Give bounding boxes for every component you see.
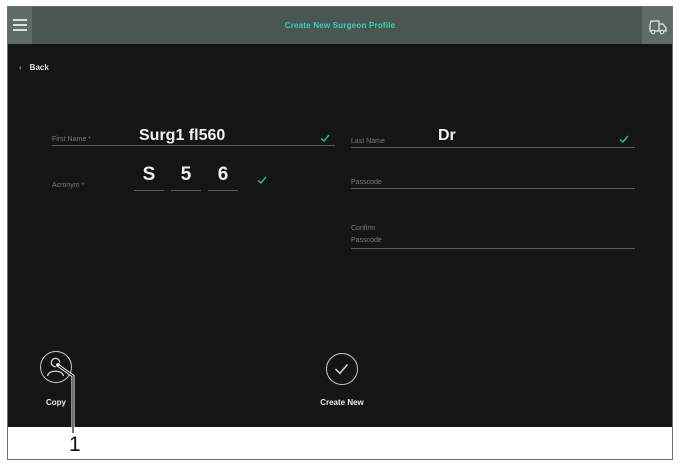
check-icon	[619, 135, 629, 143]
truck-button[interactable]	[642, 7, 672, 44]
last-name-label: Last Name	[351, 138, 385, 145]
acronym-letter-1-field[interactable]: S	[134, 161, 164, 191]
last-name-field[interactable]: Dr	[438, 126, 456, 146]
confirm-passcode-label-line1: Confirm	[351, 225, 376, 232]
acronym-letter-3-field[interactable]: 6	[208, 161, 238, 191]
confirm-passcode-label-line2: Passcode	[351, 237, 382, 244]
checkmark-circle-icon	[334, 364, 349, 375]
create-new-button[interactable]	[326, 353, 358, 385]
truck-icon	[649, 20, 667, 35]
first-name-field[interactable]: Surg1 fl560	[139, 126, 225, 146]
first-name-underline	[52, 145, 335, 146]
back-button[interactable]: ‹ Back	[19, 63, 49, 72]
create-new-button-label: Create New	[320, 398, 364, 407]
check-icon	[320, 134, 330, 142]
copy-button-label: Copy	[46, 398, 66, 407]
app-screen: Create New Surgeon Profile ‹ Back First N…	[8, 7, 672, 427]
copy-button[interactable]	[40, 351, 72, 383]
top-bar: Create New Surgeon Profile	[8, 7, 672, 44]
acronym-label: Acronym *	[52, 182, 85, 189]
back-label: Back	[29, 63, 49, 72]
page-title: Create New Surgeon Profile	[284, 21, 396, 30]
check-icon	[257, 176, 267, 184]
last-name-underline	[351, 147, 635, 148]
callout-number: 1	[69, 433, 81, 456]
chevron-left-icon: ‹	[19, 63, 22, 72]
person-icon	[46, 357, 65, 377]
passcode-field[interactable]	[351, 188, 635, 189]
first-name-label: First Name *	[52, 136, 91, 143]
passcode-label: Passcode	[351, 179, 382, 186]
acronym-letter-2-field[interactable]: 5	[171, 161, 201, 191]
confirm-passcode-field[interactable]	[351, 248, 635, 249]
